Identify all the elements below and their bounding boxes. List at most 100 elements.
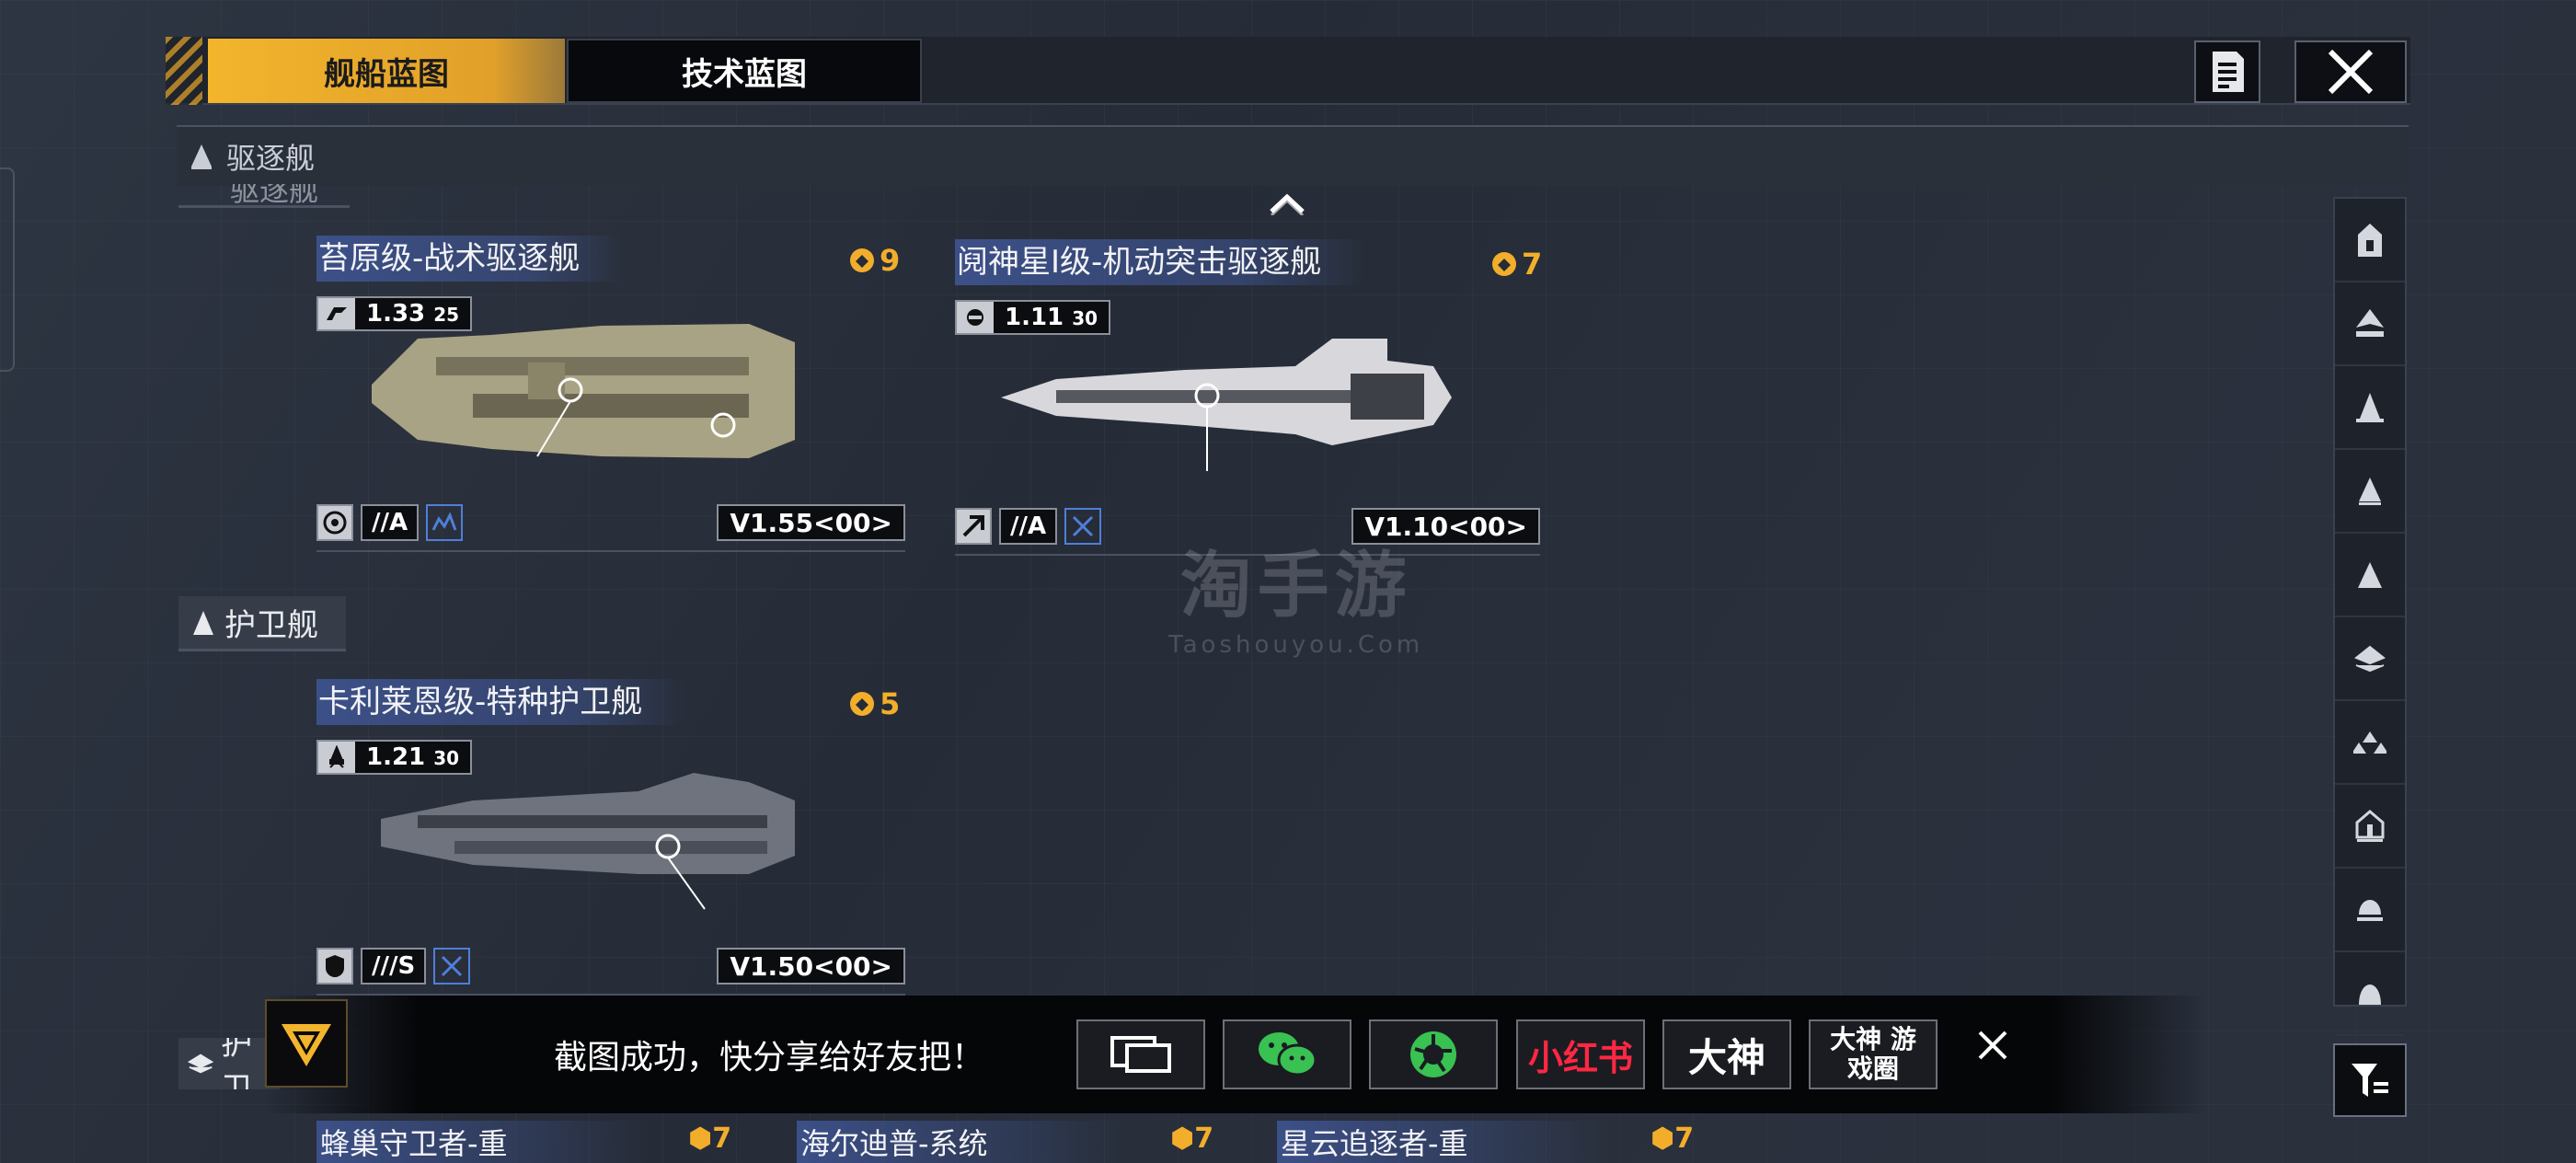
- battlecruiser-class-icon: [2356, 308, 2384, 337]
- ship-grade: ///S: [361, 948, 427, 985]
- watermark: 淘手游 Taoshouyou.Com: [1168, 528, 1423, 659]
- card-baseline: [316, 550, 905, 552]
- category-header[interactable]: 驱逐舰: [177, 125, 2409, 186]
- ship-cost: 5: [848, 686, 900, 721]
- filter-cruiser[interactable]: [2335, 366, 2405, 450]
- auxiliary-class-icon: [2355, 809, 2385, 842]
- close-button[interactable]: [2294, 40, 2407, 103]
- share-moments-button[interactable]: [1369, 1019, 1498, 1089]
- filter-auxiliary[interactable]: [2335, 785, 2405, 869]
- peek-cost-value: 7: [712, 1123, 732, 1155]
- peek-ship-cost: ⬢7: [1650, 1123, 1695, 1155]
- filter-special[interactable]: [2335, 952, 2405, 1036]
- peek-ship-name[interactable]: 星云追逐者-重: [1277, 1121, 1608, 1163]
- frigate-filter-icon: [2358, 561, 2382, 588]
- filter-button[interactable]: [2333, 1043, 2407, 1117]
- destroyer-class-icon: [191, 144, 212, 169]
- toast-message: 截图成功，快分享给好友把！: [554, 1039, 985, 1077]
- filter-icon: [2352, 1064, 2388, 1097]
- collapse-button[interactable]: [1268, 191, 1306, 219]
- cost-icon: [1492, 252, 1516, 276]
- ship-cost: 7: [1490, 247, 1542, 282]
- share-wechat-button[interactable]: [1223, 1019, 1351, 1089]
- peek-cost-value: 7: [1674, 1123, 1695, 1155]
- filter-support[interactable]: [2335, 869, 2405, 952]
- peek-ship-name[interactable]: 蜂巢守卫者-重: [316, 1121, 648, 1163]
- escort-class-icon: [193, 610, 213, 635]
- role-icon: [316, 948, 353, 985]
- top-tab-bar: 舰船蓝图 技术蓝图: [166, 37, 2410, 105]
- destroyer-filter-icon: [2359, 477, 2381, 505]
- ship-name: 卡利莱恩级-特种护卫舰: [316, 679, 685, 725]
- wechat-icon: [1259, 1032, 1317, 1077]
- speed-icon: [318, 298, 355, 329]
- ship-cost-value: 9: [880, 243, 901, 278]
- layered-class-icon: [2354, 645, 2386, 672]
- share-dashen-button[interactable]: 大神: [1662, 1019, 1791, 1089]
- scrolled-category-text: 驱逐舰: [230, 184, 319, 208]
- ship-grade: //A: [361, 504, 420, 541]
- peek-cost-value: 7: [1194, 1123, 1214, 1155]
- xiaohongshu-label: 小红书: [1527, 1037, 1633, 1078]
- tab-ship-blueprint[interactable]: 舰船蓝图: [208, 39, 565, 103]
- moments-icon: [1410, 1031, 1456, 1077]
- cruiser-class-icon: [2356, 392, 2384, 422]
- ship-cost-value: 5: [880, 686, 901, 721]
- document-icon: [2213, 52, 2244, 92]
- category-header-label: 驱逐舰: [226, 141, 316, 176]
- ship-image: [381, 773, 795, 910]
- cost-icon: [850, 692, 874, 716]
- special-class-icon: [2359, 984, 2381, 1005]
- filter-battlecruiser[interactable]: [2335, 282, 2405, 366]
- game-logo-badge: [265, 999, 348, 1088]
- notes-button[interactable]: [2194, 40, 2260, 103]
- weapon-type-icon: [426, 504, 464, 541]
- ship-version: V1.55<00>: [717, 504, 905, 541]
- tab-tech-blueprint[interactable]: 技术蓝图: [567, 39, 922, 103]
- ship-card[interactable]: 苔原级-战术驱逐舰 9 1.33 25 //A V1.55<00>: [316, 236, 905, 558]
- share-toast: 截图成功，快分享给好友把！ 小红书 大神 大神 游戏圈: [263, 996, 2208, 1113]
- close-icon: [1978, 1031, 2007, 1060]
- ship-card[interactable]: 卡利莱恩级-特种护卫舰 5 1.21 30 ///S V1.50<00>: [316, 679, 905, 1001]
- ship-name: 苔原级-战术驱逐舰: [316, 236, 623, 282]
- filter-destroyer[interactable]: [2335, 450, 2405, 534]
- share-screenshot-button[interactable]: [1076, 1019, 1205, 1089]
- ship-card[interactable]: 阋神星I级-机动突击驱逐舰 7 1.11 30 //A V1.10<00>: [955, 239, 1542, 561]
- filter-escort-layered[interactable]: [2335, 617, 2405, 701]
- left-edge-handle[interactable]: [0, 167, 15, 372]
- close-icon: [2328, 49, 2374, 95]
- ship-cost: 9: [848, 243, 900, 278]
- toast-close-button[interactable]: [1976, 1029, 2009, 1065]
- cost-icon: [850, 248, 874, 272]
- screenshot-frame-icon: [1110, 1036, 1171, 1073]
- filter-carrier[interactable]: [2335, 199, 2405, 282]
- scrolled-category-label: 驱逐舰: [178, 184, 350, 208]
- section-escort[interactable]: 护卫舰: [178, 596, 346, 651]
- peek-ship-name[interactable]: 海尔迪普-系统: [797, 1121, 1128, 1163]
- dashen-label: 大神: [1687, 1034, 1765, 1080]
- carrier-class-icon: [2358, 223, 2382, 257]
- section-escort-label: 护卫舰: [224, 607, 318, 644]
- layered-class-icon: [188, 1054, 214, 1074]
- corvette-class-icon: [2353, 731, 2386, 754]
- share-xiaohongshu-button[interactable]: 小红书: [1516, 1019, 1645, 1089]
- ship-cost-value: 7: [1522, 247, 1543, 282]
- weapon-type-icon: [433, 948, 471, 985]
- ship-attributes: //A: [316, 504, 464, 541]
- chevron-up-icon: [1270, 193, 1305, 217]
- watermark-url: Taoshouyou.Com: [1168, 631, 1424, 659]
- filter-frigate[interactable]: [2335, 534, 2405, 617]
- watermark-title: 淘手游: [1179, 545, 1412, 628]
- dashen-circle-label: 大神 游戏圈: [1830, 1024, 1916, 1084]
- triangle-logo-icon: [282, 1024, 331, 1066]
- weapon-type-icon: [1064, 508, 1102, 545]
- ship-image: [372, 324, 795, 458]
- ship-class-filter-rail: [2333, 197, 2407, 1036]
- peek-ship-cost: ⬢7: [1170, 1123, 1214, 1155]
- share-dashen-circle-button[interactable]: 大神 游戏圈: [1809, 1019, 1938, 1089]
- support-class-icon: [2357, 899, 2383, 921]
- ship-attributes: //A: [955, 508, 1102, 545]
- engine-icon: [957, 302, 994, 333]
- thruster-icon: [318, 742, 355, 773]
- filter-corvette[interactable]: [2335, 701, 2405, 785]
